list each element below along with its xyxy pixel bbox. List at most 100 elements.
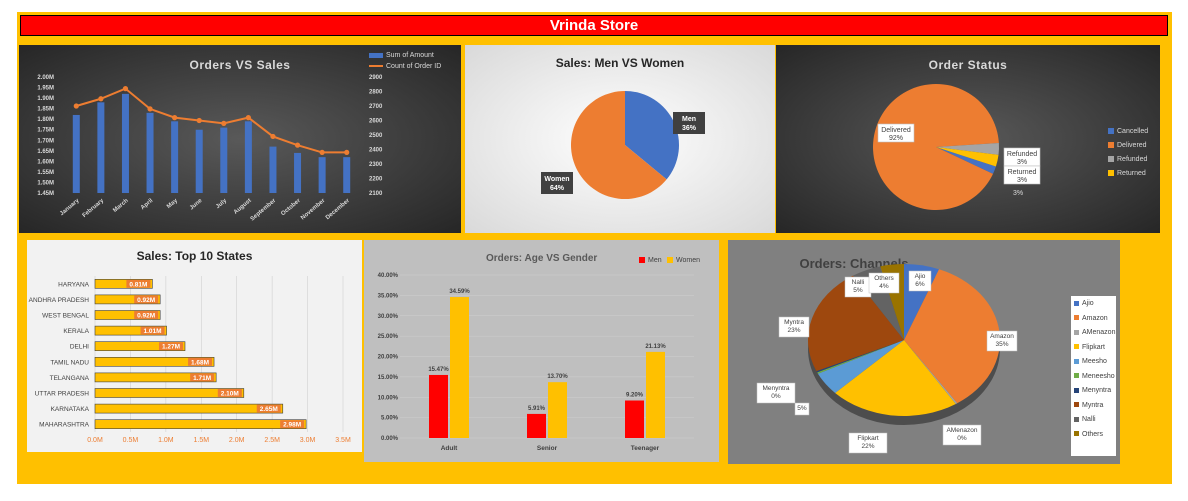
data-label: Myntra	[784, 319, 804, 326]
x-tick-label: 2.0M	[229, 437, 245, 444]
y-left-tick-label: 1.85M	[37, 107, 54, 113]
bar-sum-of-amount	[171, 121, 179, 193]
bar-women	[450, 297, 469, 438]
bar-sum-of-amount	[343, 157, 351, 193]
legend-item-meesho: Meesho	[1074, 358, 1107, 365]
data-label: 0%	[957, 435, 967, 442]
data-label: 0.92M	[137, 313, 155, 320]
y-right-tick-label: 2100	[369, 191, 383, 197]
data-label: 4%	[879, 283, 889, 290]
point-count-of-order-id	[270, 133, 276, 140]
legend-label: Nalli	[1082, 416, 1096, 423]
y-right-tick-label: 2500	[369, 133, 383, 139]
men-vs-women-plot: Men 36% Women 64%	[541, 91, 705, 199]
y-tick-label: 25.00%	[378, 334, 399, 340]
x-tick-label: April	[140, 198, 155, 212]
legend-swatch	[1108, 170, 1114, 177]
y-tick-label: 5.00%	[381, 416, 399, 422]
data-label: 22%	[861, 443, 874, 450]
legend-swatch	[1074, 387, 1079, 393]
legend-label: AMenazon	[1082, 329, 1116, 336]
bar-sum-of-amount	[244, 121, 252, 193]
data-label: 1.01M	[144, 328, 162, 335]
bar-sum-of-amount	[318, 157, 326, 193]
legend-label: Ajio	[1082, 300, 1094, 307]
y-tick-label: KERALA	[63, 328, 89, 335]
y-left-tick-label: 2.00M	[37, 75, 54, 81]
bar-men	[429, 374, 448, 438]
data-label: 0.92M	[137, 297, 155, 304]
legend-label: Others	[1082, 430, 1104, 438]
bar-sum-of-amount	[294, 152, 302, 193]
legend-item-ajio: Ajio	[1074, 300, 1094, 307]
y-right-tick-label: 2800	[369, 90, 383, 96]
x-tick-label: December	[325, 198, 352, 222]
data-label: 23%	[787, 327, 800, 334]
point-count-of-order-id	[196, 117, 202, 124]
bar-state	[94, 419, 307, 429]
point-count-of-order-id	[147, 106, 153, 112]
channels-legend: Ajio Amazon AMenazon Flipkart Meesho Meneesho…	[1071, 296, 1116, 456]
x-tick-label: 3.0M	[300, 437, 316, 444]
y-right-tick-label: 2300	[369, 162, 383, 168]
bar-men	[625, 400, 644, 438]
legend-label: Refunded	[1117, 156, 1148, 163]
data-label: 1.71M	[193, 375, 211, 382]
legend-item-myntra: Myntra	[1074, 402, 1103, 409]
x-tick-label: November	[300, 198, 327, 222]
data-label: 5%	[853, 287, 863, 294]
bar-sum-of-amount	[146, 112, 154, 193]
y-tick-label: WEST BENGAL	[42, 313, 89, 320]
legend-label: Meesho	[1082, 358, 1107, 365]
legend-item-refunded: Refunded	[1108, 156, 1147, 163]
point-count-of-order-id	[294, 142, 301, 148]
point-count-of-order-id	[319, 149, 325, 155]
data-label: 9.20%	[626, 393, 644, 399]
x-tick-label: 1.5M	[194, 437, 210, 444]
bar-sum-of-amount	[72, 114, 80, 193]
x-tick-label: January	[59, 198, 81, 218]
legend-swatch	[1074, 329, 1079, 335]
x-tick-label: July	[215, 198, 229, 211]
bar-sum-of-amount	[121, 93, 129, 193]
legend-swatch	[1108, 128, 1114, 135]
data-label: Flipkart	[857, 435, 879, 442]
y-tick-label: 40.00%	[378, 273, 399, 279]
x-tick-label: Teenager	[631, 445, 660, 452]
data-label: 2.98M	[283, 422, 301, 429]
x-tick-label: May	[166, 198, 179, 211]
data-label: Amazon	[990, 333, 1014, 340]
data-label: AMenazon	[946, 427, 977, 434]
y-tick-label: HARYANA	[58, 281, 89, 288]
y-right-tick-label: 2400	[369, 148, 383, 154]
y-left-tick-label: 1.90M	[37, 96, 54, 102]
y-right-tick-label: 2700	[369, 104, 383, 110]
top-states-panel: Sales: Top 10 States 0.0M 0.5M 1.0M 1.5M 2.0…	[27, 240, 362, 452]
x-tick-label: October	[280, 198, 302, 218]
legend-swatch	[1074, 373, 1079, 379]
y-tick-label: 15.00%	[378, 375, 399, 381]
data-label: 5%	[797, 405, 807, 412]
bar-sum-of-amount	[220, 127, 228, 193]
y-left-tick-label: 1.95M	[37, 86, 54, 92]
dashboard-title: Vrinda Store	[20, 15, 1168, 36]
legend-label: Delivered	[1117, 142, 1147, 149]
data-label-value: 64%	[550, 185, 565, 192]
y-left-tick-label: 1.65M	[37, 149, 54, 155]
y-tick-label: 20.00%	[378, 355, 399, 361]
legend-item-others: Others	[1074, 431, 1103, 438]
y-left-tick-label: 1.55M	[37, 170, 54, 176]
x-tick-label: February	[82, 198, 106, 220]
legend-item-amenazon: AMenazon	[1074, 329, 1115, 336]
y-tick-label: UTTAR PRADESH	[35, 391, 90, 398]
data-label-value: 92%	[889, 135, 903, 142]
data-label: 15.47%	[428, 367, 449, 373]
y-left-tick-label: 1.45M	[37, 191, 54, 197]
top-states-plot: 0.0M 0.5M 1.0M 1.5M 2.0M 2.5M 3.0M 3.5M HARYANA 0…	[29, 276, 351, 444]
x-tick-label: August	[233, 198, 253, 216]
data-label: 13.70%	[547, 374, 568, 380]
y-left-tick-label: 1.70M	[37, 138, 54, 144]
legend-item-menyntra: Menyntra	[1074, 387, 1111, 394]
point-count-of-order-id	[221, 120, 227, 126]
legend-item-nalli: Nalli	[1074, 416, 1096, 423]
